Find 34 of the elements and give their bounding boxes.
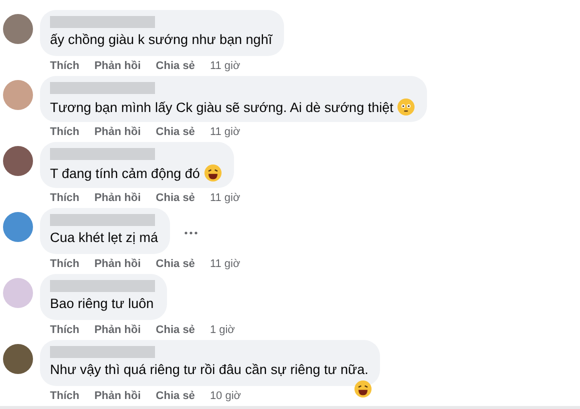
- avatar[interactable]: [3, 146, 33, 176]
- comment-text: Tương bạn mình lấy Ck giàu sẽ sướng. Ai dè sướng thiệt: [50, 100, 394, 114]
- like-link[interactable]: Thích: [50, 324, 80, 336]
- comment-text: Cua khét lẹt zị má: [50, 230, 158, 245]
- share-link[interactable]: Chia sẻ: [156, 60, 195, 72]
- like-link[interactable]: Thích: [50, 192, 80, 204]
- reply-link[interactable]: Phản hồi: [94, 126, 141, 138]
- like-link[interactable]: Thích: [50, 390, 80, 402]
- share-link[interactable]: Chia sẻ: [156, 258, 195, 270]
- comment-text: ấy chồng giàu k sướng như bạn nghĩ: [50, 32, 272, 47]
- timestamp: 10 giờ: [210, 390, 242, 402]
- like-link[interactable]: Thích: [50, 258, 80, 270]
- timestamp: 11 giờ: [210, 60, 240, 72]
- like-link[interactable]: Thích: [50, 60, 80, 72]
- avatar[interactable]: [3, 212, 33, 242]
- timestamp: 11 giờ: [210, 126, 240, 138]
- comment-text: T đang tính cảm động đó: [50, 166, 200, 180]
- share-link[interactable]: Chia sẻ: [156, 390, 195, 402]
- timestamp: 1 giờ: [210, 324, 235, 336]
- like-link[interactable]: Thích: [50, 126, 80, 138]
- reply-link[interactable]: Phản hồi: [94, 192, 141, 204]
- comment-text: Như vậy thì quá riêng tư rồi đâu cần sự riêng tư nữa.: [50, 362, 368, 377]
- reply-link[interactable]: Phản hồi: [94, 60, 141, 72]
- avatar[interactable]: [3, 14, 33, 44]
- avatar[interactable]: [3, 344, 33, 374]
- comment-text: Bao riêng tư luôn: [50, 296, 154, 311]
- timestamp: 11 giờ: [210, 258, 240, 270]
- timestamp: 11 giờ: [210, 192, 240, 204]
- share-link[interactable]: Chia sẻ: [156, 126, 195, 138]
- share-link[interactable]: Chia sẻ: [156, 192, 195, 204]
- share-link[interactable]: Chia sẻ: [156, 324, 195, 336]
- reply-link[interactable]: Phản hồi: [94, 390, 141, 402]
- reply-link[interactable]: Phản hồi: [94, 258, 141, 270]
- reply-link[interactable]: Phản hồi: [94, 324, 141, 336]
